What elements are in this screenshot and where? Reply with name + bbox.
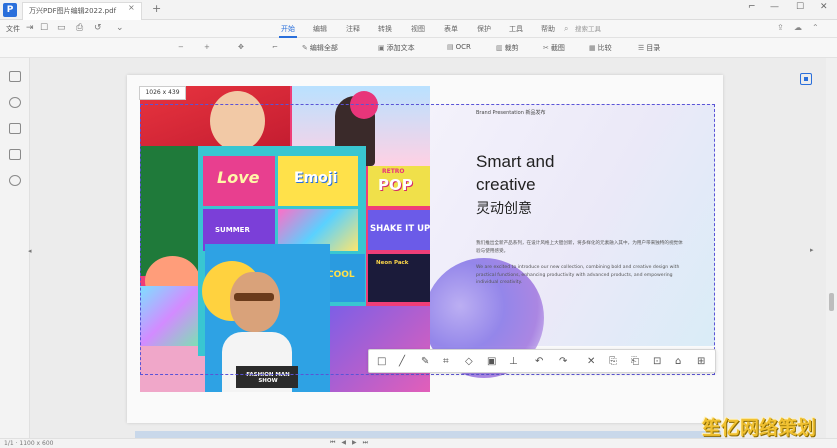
app-logo: P: [3, 3, 17, 17]
line-tool-icon[interactable]: ╱: [399, 356, 405, 367]
mosaic-tool-icon[interactable]: ⌗: [443, 356, 449, 367]
undo-icon[interactable]: ↺: [94, 23, 102, 33]
edit-all-button[interactable]: ✎ 编辑全部: [302, 43, 338, 53]
screenshot-icon: ✂: [543, 44, 549, 52]
scroll-thumb[interactable]: [829, 293, 834, 311]
confirm-shot-icon[interactable]: ⊞: [697, 356, 705, 367]
first-page-icon[interactable]: ⏮: [330, 439, 341, 446]
eraser-tool-icon[interactable]: ◇: [465, 356, 473, 367]
search-panel-icon[interactable]: [9, 97, 21, 108]
hand-tool-button[interactable]: ✥: [238, 43, 246, 51]
attachment-panel-icon[interactable]: [9, 175, 21, 186]
tab-protect[interactable]: 保护: [477, 24, 491, 34]
maximize-icon[interactable]: ☐: [796, 2, 804, 12]
screenshot-selection-frame[interactable]: [140, 104, 715, 375]
pin-icon[interactable]: ⌐: [748, 2, 756, 12]
add-text-button[interactable]: ▣ 添加文本: [378, 43, 415, 53]
tab-edit[interactable]: 编辑: [313, 24, 327, 34]
select-tool-button[interactable]: ⌐: [272, 43, 280, 51]
title-bar: P 万兴PDF图片编辑2022.pdf × + ⌐ — ☐ ✕: [0, 0, 837, 20]
comment-panel-icon[interactable]: [9, 123, 21, 134]
cancel-shot-icon[interactable]: ✕: [587, 356, 595, 367]
compare-icon: ▦: [589, 44, 596, 52]
new-tab-icon[interactable]: +: [152, 2, 161, 15]
collapse-icon[interactable]: ⌃: [812, 23, 819, 32]
insert-shot-icon[interactable]: ⌂: [675, 356, 681, 367]
zoom-in-icon: +: [204, 43, 210, 51]
menu-bar: 文件 ⇥ ☐ ▭ ⎙ ↺ ⌄ 开始 编辑 注释 转换 视图 表单 保护 工具 帮…: [0, 20, 837, 38]
select-icon: ⌐: [272, 43, 278, 51]
edit-all-label: 编辑全部: [309, 44, 338, 52]
zoom-out-button[interactable]: −: [178, 43, 186, 51]
pin-shot-icon[interactable]: ⊥: [509, 356, 518, 367]
crop-label: 裁剪: [504, 44, 519, 52]
screenshot-button[interactable]: ✂ 截图: [543, 43, 565, 53]
left-sidebar: [0, 58, 30, 438]
tab-convert[interactable]: 转换: [378, 24, 392, 34]
ocr-icon: ▤: [447, 43, 454, 51]
toc-icon: ☰: [638, 44, 645, 52]
compare-label: 比较: [597, 44, 612, 52]
dropdown-icon[interactable]: ⌄: [116, 23, 124, 33]
search-placeholder: 搜索工具: [575, 25, 601, 33]
zoom-in-button[interactable]: +: [204, 43, 212, 51]
ocr-shot-icon[interactable]: ⊡: [653, 356, 661, 367]
thumbnail-icon[interactable]: [9, 71, 21, 82]
share-icon[interactable]: ⇪: [777, 23, 784, 32]
ocr-button[interactable]: ▤ OCR: [447, 43, 471, 51]
toc-label: 目录: [646, 44, 661, 52]
screenshot-toolbar: □ ╱ ✎ ⌗ ◇ ▣ ⊥ ↶ ↷ ✕ ⎘ ⎗ ⊡ ⌂ ⊞: [368, 349, 716, 373]
expand-right-panel-icon[interactable]: ▸: [810, 246, 814, 254]
tab-comment[interactable]: 注释: [346, 24, 360, 34]
open-icon[interactable]: ☐: [40, 23, 48, 33]
cloud-icon[interactable]: ☁: [794, 23, 802, 32]
export-shot-icon[interactable]: ⎗: [631, 356, 639, 367]
crop-icon: ▥: [496, 44, 503, 52]
tab-close-icon[interactable]: ×: [128, 3, 135, 12]
vertical-scrollbar[interactable]: [826, 58, 837, 438]
save-icon[interactable]: ▭: [57, 23, 66, 33]
sidebar-toggle-icon[interactable]: ⇥: [26, 23, 34, 33]
add-text-label: 添加文本: [386, 44, 415, 52]
screenshot-label: 截图: [550, 44, 565, 52]
home-toolbar: − + ✥ ⌐ ✎ 编辑全部 ▣ 添加文本 ▤ OCR ▥ 裁剪 ✂ 截图 ▦ 比较 ☰ 目录: [0, 38, 837, 58]
next-page-icon[interactable]: ▶: [352, 439, 363, 446]
tab-home[interactable]: 开始: [281, 24, 295, 34]
prev-page-icon[interactable]: ◀: [341, 439, 352, 446]
search-icon: ⌕: [564, 24, 569, 33]
redo-shot-icon[interactable]: ↷: [559, 356, 567, 367]
collapse-sidebar-icon[interactable]: ◂: [28, 247, 32, 255]
add-text-icon: ▣: [378, 44, 385, 52]
minimize-icon[interactable]: —: [770, 2, 779, 12]
search-input[interactable]: ⌕ 搜索工具: [563, 23, 655, 35]
save-shot-icon[interactable]: ▣: [487, 356, 496, 367]
toc-button[interactable]: ☰ 目录: [638, 43, 660, 53]
crop-button[interactable]: ▥ 裁剪: [496, 43, 519, 53]
copy-shot-icon[interactable]: ⎘: [609, 356, 617, 367]
properties-panel-icon[interactable]: [800, 73, 812, 85]
tab-help[interactable]: 帮助: [541, 24, 555, 34]
rectangle-tool-icon[interactable]: □: [377, 356, 386, 367]
hand-icon: ✥: [238, 43, 244, 51]
menu-file[interactable]: 文件: [6, 24, 20, 34]
tab-form[interactable]: 表单: [444, 24, 458, 34]
tab-view[interactable]: 视图: [411, 24, 425, 34]
status-tools: ⏮◀▶⏭: [330, 439, 374, 447]
close-window-icon[interactable]: ✕: [820, 2, 828, 12]
zoom-out-icon: −: [178, 43, 184, 51]
bookmark-panel-icon[interactable]: [9, 149, 21, 160]
edit-icon: ✎: [302, 44, 308, 52]
last-page-icon[interactable]: ⏭: [363, 439, 374, 446]
selection-size-badge: 1026 x 439: [139, 86, 186, 100]
tab-tools[interactable]: 工具: [509, 24, 523, 34]
ocr-label: OCR: [455, 43, 471, 51]
page-info: 1/1 · 1100 x 600: [4, 440, 54, 447]
pen-tool-icon[interactable]: ✎: [421, 356, 429, 367]
document-tab[interactable]: 万兴PDF图片编辑2022.pdf: [22, 2, 142, 20]
undo-shot-icon[interactable]: ↶: [535, 356, 543, 367]
watermark-text: 笙亿网络策划: [702, 417, 817, 439]
print-icon[interactable]: ⎙: [76, 23, 83, 33]
compare-button[interactable]: ▦ 比较: [589, 43, 612, 53]
